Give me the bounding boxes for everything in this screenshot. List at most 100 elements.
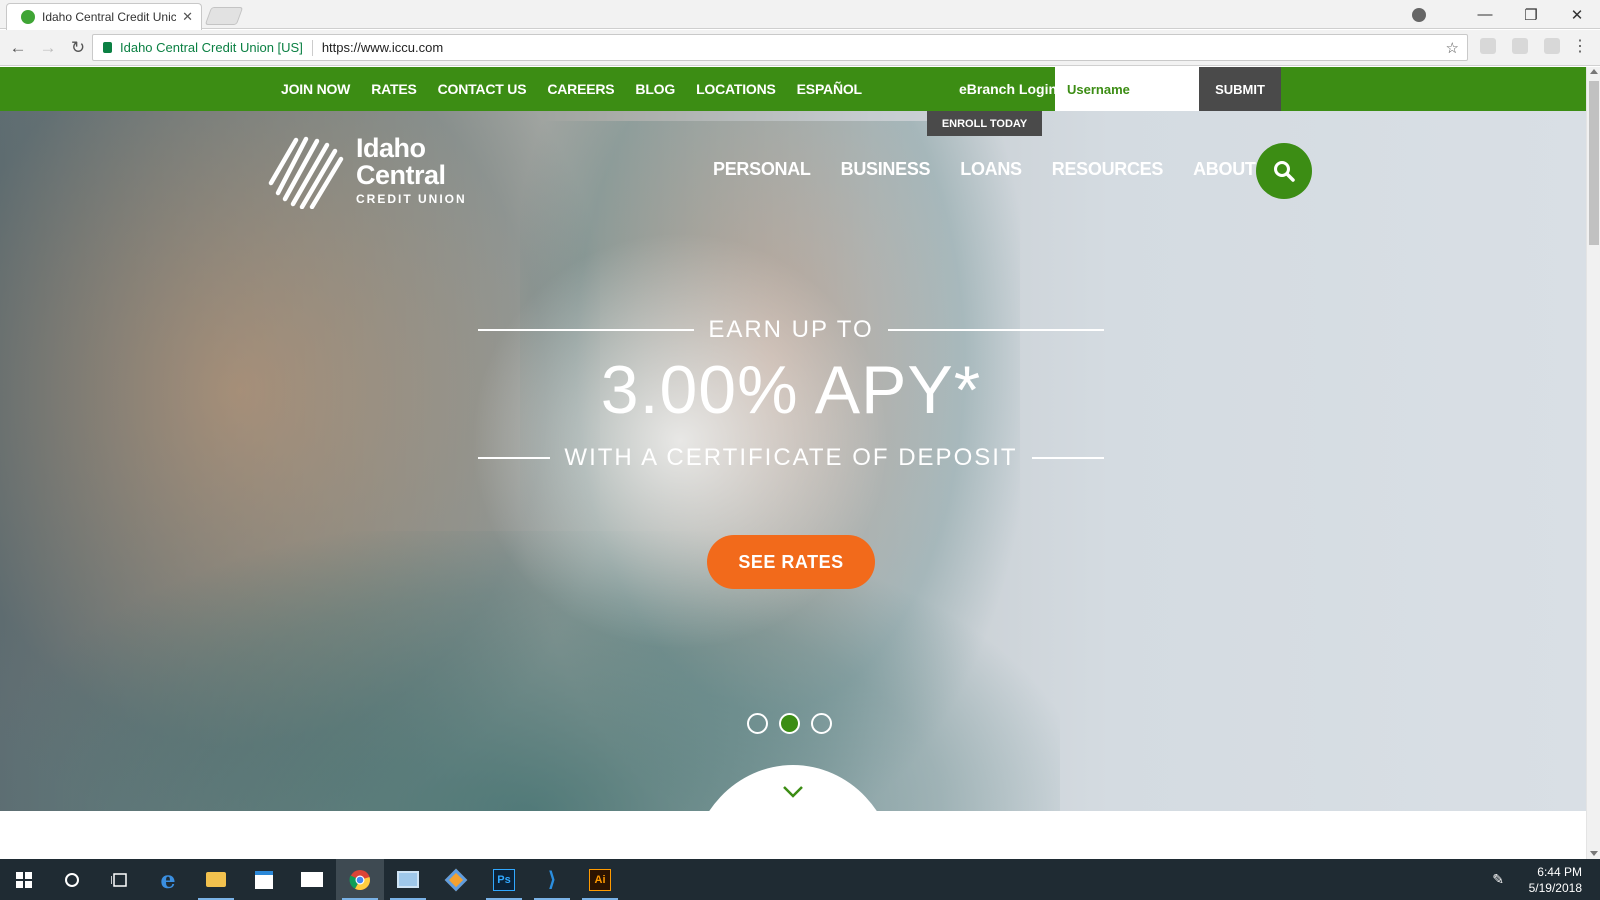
utility-bar: JOIN NOW RATES CONTACT US CAREERS BLOG L… bbox=[0, 67, 1586, 111]
taskbar-git-client[interactable] bbox=[432, 859, 480, 900]
photoshop-icon: Ps bbox=[493, 868, 515, 891]
enroll-today-link[interactable]: ENROLL TODAY bbox=[927, 111, 1042, 136]
clock-date: 5/19/2018 bbox=[1528, 881, 1582, 895]
nav-about[interactable]: ABOUT bbox=[1193, 159, 1256, 180]
carousel-dot-3[interactable] bbox=[811, 713, 832, 734]
tab-title: Idaho Central Credit Unic bbox=[42, 10, 177, 24]
utility-link-blog[interactable]: BLOG bbox=[635, 81, 675, 97]
pen-tray-icon[interactable]: ✎ bbox=[1492, 871, 1504, 888]
taskbar-edge[interactable]: e bbox=[144, 859, 192, 900]
forward-button[interactable]: → bbox=[36, 38, 60, 58]
carousel-dots bbox=[747, 713, 832, 734]
taskbar-file-explorer[interactable] bbox=[192, 859, 240, 900]
promo-subline-text: WITH A CERTIFICATE OF DEPOSIT bbox=[564, 444, 1018, 471]
restore-button[interactable]: ❐ bbox=[1508, 6, 1554, 24]
browser-menu-icon[interactable]: ⋮ bbox=[1572, 36, 1588, 56]
windows-taskbar: e Ps ⟩ Ai ✎ 6:44 PM 5/19/2018 bbox=[0, 859, 1600, 900]
promo-rule bbox=[1031, 457, 1104, 459]
taskbar-chrome[interactable] bbox=[336, 859, 384, 900]
extension-icon[interactable] bbox=[1544, 38, 1560, 54]
app-window-icon bbox=[397, 871, 419, 888]
edge-icon: e bbox=[160, 865, 176, 894]
minimize-button[interactable]: — bbox=[1462, 6, 1508, 23]
main-nav: PERSONAL BUSINESS LOANS RESOURCES ABOUT bbox=[713, 159, 1256, 180]
promo-headline: 3.00% APY* bbox=[600, 352, 982, 428]
system-clock[interactable]: 6:44 PM 5/19/2018 bbox=[1529, 864, 1582, 896]
lock-icon bbox=[103, 42, 112, 53]
site-logo[interactable]: Idaho Central CREDIT UNION bbox=[268, 131, 467, 209]
site-favicon-icon bbox=[21, 10, 35, 24]
browser-toolbar: ← → ↻ Idaho Central Credit Union [US] ht… bbox=[0, 30, 1600, 66]
browser-tab[interactable]: Idaho Central Credit Unic ✕ bbox=[6, 3, 202, 30]
ebranch-login-label: eBranch Login bbox=[959, 81, 1058, 97]
omnibox-divider bbox=[311, 39, 313, 56]
extension-icon[interactable] bbox=[1480, 38, 1496, 54]
hero-banner: Idaho Central CREDIT UNION PERSONAL BUSI… bbox=[0, 111, 1586, 811]
browser-tabstrip: Idaho Central Credit Unic ✕ — ❐ ✕ bbox=[0, 0, 1600, 30]
promo-eyebrow: EARN UP TO bbox=[478, 316, 1105, 344]
nav-loans[interactable]: LOANS bbox=[960, 159, 1022, 180]
carousel-dot-1[interactable] bbox=[747, 713, 768, 734]
cortana-button[interactable] bbox=[48, 859, 96, 900]
logo-text-idaho: Idaho bbox=[356, 133, 426, 163]
scroll-down-arrow-icon[interactable] bbox=[1590, 851, 1598, 856]
utility-link-locations[interactable]: LOCATIONS bbox=[696, 81, 776, 97]
bookmark-star-icon[interactable]: ☆ bbox=[1446, 39, 1459, 57]
taskbar-illustrator[interactable]: Ai bbox=[576, 859, 624, 900]
task-view-button[interactable] bbox=[96, 859, 144, 900]
utility-link-espanol[interactable]: ESPAÑOL bbox=[797, 81, 862, 97]
logo-mark-icon bbox=[268, 136, 344, 209]
clock-time: 6:44 PM bbox=[1537, 865, 1582, 879]
taskbar-mail[interactable] bbox=[288, 859, 336, 900]
search-icon bbox=[1274, 161, 1295, 182]
utility-link-rates[interactable]: RATES bbox=[371, 81, 417, 97]
promo-rule bbox=[478, 457, 551, 459]
promo-subline: WITH A CERTIFICATE OF DEPOSIT bbox=[478, 444, 1104, 472]
windows-logo-icon bbox=[16, 871, 32, 888]
profile-icon[interactable] bbox=[1412, 7, 1426, 22]
new-tab-button[interactable] bbox=[204, 7, 244, 25]
vscode-icon: ⟩ bbox=[548, 869, 556, 891]
utility-nav: JOIN NOW RATES CONTACT US CAREERS BLOG L… bbox=[281, 67, 862, 111]
nav-business[interactable]: BUSINESS bbox=[841, 159, 931, 180]
see-rates-button[interactable]: SEE RATES bbox=[707, 535, 875, 589]
mail-icon bbox=[301, 872, 323, 887]
start-button[interactable] bbox=[0, 859, 48, 900]
taskbar-vscode[interactable]: ⟩ bbox=[528, 859, 576, 900]
window-controls: — ❐ ✕ bbox=[1412, 0, 1600, 29]
chrome-icon bbox=[349, 869, 370, 890]
logo-wordmark: Idaho Central CREDIT UNION bbox=[356, 133, 467, 206]
username-input[interactable] bbox=[1055, 67, 1199, 111]
back-button[interactable]: ← bbox=[6, 38, 30, 58]
taskbar-photoshop[interactable]: Ps bbox=[480, 859, 528, 900]
promo-rule bbox=[478, 329, 695, 331]
cortana-icon bbox=[65, 872, 79, 887]
nav-resources[interactable]: RESOURCES bbox=[1052, 159, 1164, 180]
logo-text-central: Central bbox=[356, 160, 446, 190]
taskbar-store[interactable] bbox=[240, 859, 288, 900]
promo-rule bbox=[887, 329, 1105, 331]
illustrator-icon: Ai bbox=[589, 868, 611, 891]
scroll-up-arrow-icon[interactable] bbox=[1590, 69, 1598, 74]
folder-icon bbox=[206, 872, 226, 887]
taskbar-app[interactable] bbox=[384, 859, 432, 900]
search-button[interactable] bbox=[1256, 143, 1312, 199]
address-bar[interactable]: Idaho Central Credit Union [US] https://… bbox=[92, 34, 1468, 61]
nav-personal[interactable]: PERSONAL bbox=[713, 159, 811, 180]
url-text[interactable]: https://www.iccu.com bbox=[322, 40, 443, 55]
carousel-dot-2[interactable] bbox=[779, 713, 800, 734]
tab-close-icon[interactable]: ✕ bbox=[182, 9, 193, 25]
site-identity[interactable]: Idaho Central Credit Union [US] bbox=[120, 40, 303, 55]
git-client-icon bbox=[444, 868, 468, 891]
close-window-button[interactable]: ✕ bbox=[1554, 6, 1600, 24]
promo-eyebrow-text: EARN UP TO bbox=[708, 316, 874, 343]
utility-link-careers[interactable]: CAREERS bbox=[547, 81, 614, 97]
utility-link-join-now[interactable]: JOIN NOW bbox=[281, 81, 350, 97]
store-icon bbox=[255, 870, 273, 889]
login-submit-button[interactable]: SUBMIT bbox=[1199, 67, 1281, 111]
scrollbar-thumb[interactable] bbox=[1589, 81, 1599, 245]
page-scrollbar[interactable] bbox=[1586, 67, 1600, 859]
reload-button[interactable]: ↻ bbox=[66, 38, 90, 58]
extension-icon[interactable] bbox=[1512, 38, 1528, 54]
utility-link-contact-us[interactable]: CONTACT US bbox=[438, 81, 527, 97]
